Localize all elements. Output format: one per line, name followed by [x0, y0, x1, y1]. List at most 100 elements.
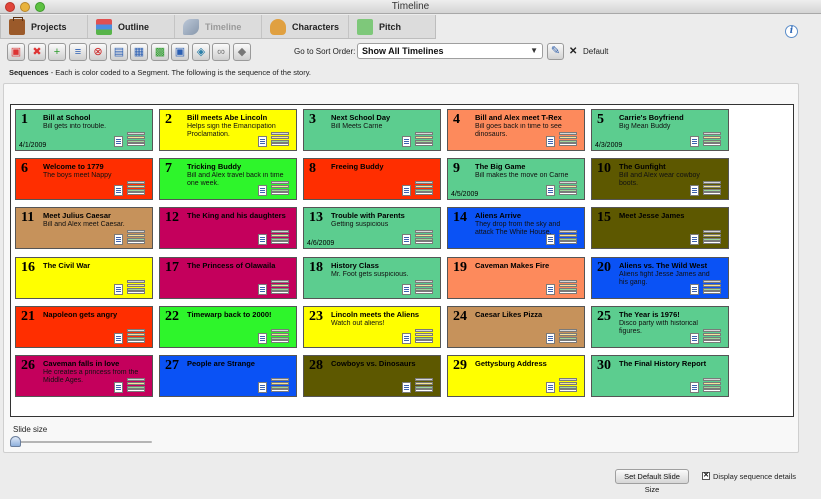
insert-card-button[interactable]: ≡	[69, 43, 87, 61]
note-icon[interactable]	[258, 382, 267, 393]
card-stack-icon[interactable]	[271, 280, 289, 294]
card-stack-icon[interactable]	[559, 181, 577, 195]
card-stack-icon[interactable]	[127, 132, 145, 146]
note-icon[interactable]	[690, 234, 699, 245]
note-icon[interactable]	[546, 333, 555, 344]
set-default-slide-size-button[interactable]: Set Default Slide Size	[615, 469, 689, 494]
note-icon[interactable]	[546, 185, 555, 196]
card-stack-icon[interactable]	[703, 280, 721, 294]
card-stack-icon[interactable]	[415, 329, 433, 343]
sequence-card[interactable]: 7 Tricking Buddy Bill and Alex travel back…	[159, 158, 297, 200]
note-icon[interactable]	[546, 284, 555, 295]
slide-size-slider-knob[interactable]	[10, 436, 21, 447]
save-button[interactable]: ▣	[171, 43, 189, 61]
note-icon[interactable]	[402, 382, 411, 393]
sequence-card[interactable]: 12 The King and his daughters	[159, 207, 297, 249]
note-icon[interactable]	[114, 185, 123, 196]
sequence-card[interactable]: 13 Trouble with Parents Getting suspicious…	[303, 207, 441, 249]
sequence-card[interactable]: 1 Bill at School Bill gets into trouble. 4/…	[15, 109, 153, 151]
sequence-card[interactable]: 29 Gettysburg Address	[447, 355, 585, 397]
sequence-card[interactable]: 5 Carrie's Boyfriend Big Mean Buddy 4/3/200…	[591, 109, 729, 151]
note-icon[interactable]	[546, 234, 555, 245]
link-button[interactable]: ∞	[212, 43, 230, 61]
tab-timeline[interactable]: Timeline	[175, 15, 262, 38]
edit-sort-order-button[interactable]: ✎	[547, 43, 564, 60]
sequence-card[interactable]: 22 Timewarp back to 2000!	[159, 306, 297, 348]
card-stack-icon[interactable]	[127, 230, 145, 244]
note-icon[interactable]	[114, 382, 123, 393]
sequence-card[interactable]: 15 Meet Jesse James	[591, 207, 729, 249]
note-icon[interactable]	[402, 234, 411, 245]
card-stack-icon[interactable]	[127, 329, 145, 343]
card-stack-icon[interactable]	[703, 378, 721, 392]
card-stack-icon[interactable]	[271, 132, 289, 146]
card-stack-icon[interactable]	[415, 378, 433, 392]
clear-default-button[interactable]: ✕	[569, 46, 577, 57]
sequence-card[interactable]: 30 The Final History Report	[591, 355, 729, 397]
sequence-card[interactable]: 28 Cowboys vs. Dinosaurs	[303, 355, 441, 397]
sequence-card[interactable]: 4 Bill and Alex meet T-Rex Bill goes back …	[447, 109, 585, 151]
sequence-card[interactable]: 17 The Princess of Olawaila	[159, 257, 297, 299]
card-stack-icon[interactable]	[415, 181, 433, 195]
tab-characters[interactable]: Characters	[262, 15, 349, 38]
add-card-button[interactable]: ▣	[7, 43, 25, 61]
note-icon[interactable]	[690, 185, 699, 196]
note-icon[interactable]	[258, 234, 267, 245]
card-stack-icon[interactable]	[415, 230, 433, 244]
card-stack-icon[interactable]	[559, 230, 577, 244]
tab-projects[interactable]: Projects	[1, 15, 88, 38]
sequence-card[interactable]: 6 Welcome to 1779 The boys meet Nappy	[15, 158, 153, 200]
sequence-card[interactable]: 24 Caesar Likes Pizza	[447, 306, 585, 348]
card-stack-icon[interactable]	[703, 132, 721, 146]
layers-button[interactable]: ◈	[192, 43, 210, 61]
note-icon[interactable]	[690, 333, 699, 344]
note-icon[interactable]	[402, 185, 411, 196]
note-icon[interactable]	[402, 136, 411, 147]
card-stack-icon[interactable]	[127, 280, 145, 294]
sequence-card[interactable]: 14 Aliens Arrive They drop from the sky an…	[447, 207, 585, 249]
note-icon[interactable]	[690, 382, 699, 393]
note-icon[interactable]	[258, 185, 267, 196]
card-stack-icon[interactable]	[559, 378, 577, 392]
sequence-card[interactable]: 19 Caveman Makes Fire	[447, 257, 585, 299]
color-grid-button[interactable]: ▩	[151, 43, 169, 61]
card-stack-icon[interactable]	[271, 378, 289, 392]
card-stack-icon[interactable]	[559, 280, 577, 294]
note-icon[interactable]	[258, 136, 267, 147]
note-icon[interactable]	[402, 333, 411, 344]
sequence-card[interactable]: 10 The Gunfight Bill and Alex wear cowboy …	[591, 158, 729, 200]
card-stack-icon[interactable]	[271, 181, 289, 195]
note-icon[interactable]	[258, 333, 267, 344]
sequence-card[interactable]: 20 Aliens vs. The Wild West Aliens fight J…	[591, 257, 729, 299]
note-icon[interactable]	[690, 284, 699, 295]
card-stack-icon[interactable]	[559, 132, 577, 146]
sequence-card[interactable]: 3 Next School Day Bill Meets Carrie	[303, 109, 441, 151]
sequence-card[interactable]: 11 Meet Julius Caesar Bill and Alex meet C…	[15, 207, 153, 249]
card-stack-icon[interactable]	[415, 132, 433, 146]
sequence-card[interactable]: 27 People are Strange	[159, 355, 297, 397]
card-stack-icon[interactable]	[703, 329, 721, 343]
sequence-card[interactable]: 9 The Big Game Bill makes the move on Carr…	[447, 158, 585, 200]
help-icon[interactable]: i	[785, 25, 798, 38]
card-stack-icon[interactable]	[127, 378, 145, 392]
slide-size-slider[interactable]	[15, 441, 152, 443]
note-icon[interactable]	[114, 284, 123, 295]
sequence-card[interactable]: 25 The Year is 1976! Disco party with hist…	[591, 306, 729, 348]
card-stack-icon[interactable]	[559, 329, 577, 343]
sort-order-select[interactable]: Show All Timelines ▼	[357, 43, 543, 59]
card-stack-icon[interactable]	[127, 181, 145, 195]
card-stack-icon[interactable]	[271, 329, 289, 343]
cube-button[interactable]: ◆	[233, 43, 251, 61]
note-icon[interactable]	[690, 136, 699, 147]
grid-view-button[interactable]: ▦	[130, 43, 148, 61]
sequence-card[interactable]: 2 Bill meets Abe Lincoln Helps sign the Em…	[159, 109, 297, 151]
sequence-card[interactable]: 21 Napoleon gets angry	[15, 306, 153, 348]
add-sequence-button[interactable]: +	[48, 43, 66, 61]
note-icon[interactable]	[258, 284, 267, 295]
card-stack-icon[interactable]	[703, 230, 721, 244]
sequence-card[interactable]: 8 Freeing Buddy	[303, 158, 441, 200]
card-stack-icon[interactable]	[703, 181, 721, 195]
sequence-card[interactable]: 16 The Civil War	[15, 257, 153, 299]
note-icon[interactable]	[546, 382, 555, 393]
note-icon[interactable]	[114, 234, 123, 245]
